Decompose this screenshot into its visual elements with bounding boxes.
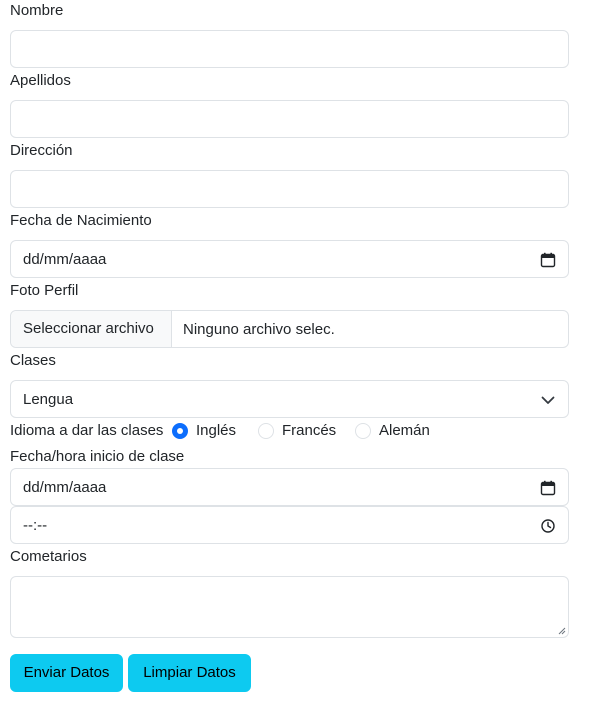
fecha-nacimiento-input[interactable]: dd/mm/aaaa [10,240,569,278]
chevron-down-icon [541,396,555,404]
clases-selected-value: Lengua [23,391,74,408]
radio-aleman[interactable] [355,423,371,439]
radio-frances[interactable] [258,423,274,439]
idioma-radio-group: Idioma a dar las clases Inglés Francés A… [10,421,570,441]
comentarios-textarea[interactable] [10,576,569,638]
enviar-datos-button[interactable]: Enviar Datos [10,654,123,692]
radio-aleman-label[interactable]: Alemán [379,422,430,440]
radio-ingles[interactable] [172,423,188,439]
foto-perfil-label: Foto Perfil [10,282,79,299]
direccion-input[interactable] [10,170,569,208]
calendar-icon[interactable] [540,252,556,268]
fecha-nacimiento-label: Fecha de Nacimiento [10,212,152,229]
limpiar-datos-button[interactable]: Limpiar Datos [128,654,251,692]
radio-ingles-label[interactable]: Inglés [196,422,236,440]
fecha-nacimiento-value: dd/mm/aaaa [23,251,107,268]
inicio-hora-value: --:-- [23,517,48,534]
apellidos-input[interactable] [10,100,569,138]
radio-frances-label[interactable]: Francés [282,422,336,440]
file-status-text: Ninguno archivo selec. [183,321,335,338]
foto-perfil-file-input[interactable]: Seleccionar archivo Ninguno archivo sele… [10,310,569,348]
clases-label: Clases [10,352,56,369]
nombre-label: Nombre [10,2,64,19]
resize-handle-icon[interactable] [558,627,566,635]
inicio-hora-input[interactable]: --:-- [10,506,569,544]
inicio-fecha-input[interactable]: dd/mm/aaaa [10,468,569,506]
select-file-button-label: Seleccionar archivo [23,320,154,337]
calendar-icon[interactable] [540,480,556,496]
clases-select[interactable]: Lengua [10,380,569,418]
idioma-label: Idioma a dar las clases [10,422,164,439]
direccion-label: Dirección [10,142,73,159]
comentarios-label: Cometarios [10,548,87,565]
apellidos-label: Apellidos [10,72,71,89]
clock-icon[interactable] [540,518,556,534]
inicio-fecha-value: dd/mm/aaaa [23,479,107,496]
nombre-input[interactable] [10,30,569,68]
select-file-button[interactable]: Seleccionar archivo [11,311,172,347]
inicio-clase-label: Fecha/hora inicio de clase [10,448,185,465]
